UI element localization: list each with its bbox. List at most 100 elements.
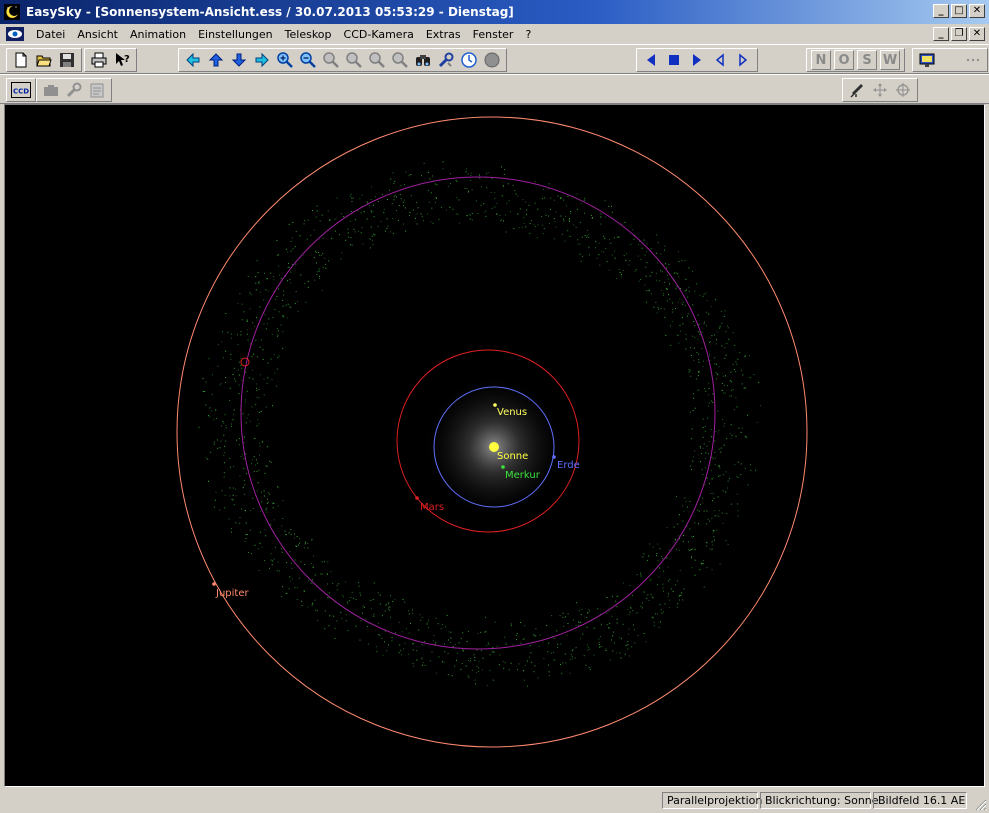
monitor-button[interactable] — [916, 50, 938, 70]
camera-button[interactable] — [40, 80, 62, 100]
minimize-icon: _ — [938, 5, 944, 16]
menu-extras[interactable]: Extras — [420, 28, 467, 41]
search-object-button[interactable] — [412, 50, 434, 70]
svg-text:?: ? — [124, 54, 130, 65]
status-projection: Parallelprojektion — [662, 792, 762, 809]
earth-marker[interactable] — [552, 455, 556, 459]
mercury-label: Merkur — [505, 470, 540, 481]
ccd-button[interactable]: CCD — [10, 80, 32, 100]
camera-icon — [44, 85, 58, 96]
target-button[interactable] — [892, 80, 914, 100]
print-button[interactable] — [88, 50, 110, 70]
tools-button[interactable] — [435, 50, 457, 70]
close-button[interactable]: ✕ — [969, 4, 985, 18]
animation-tools — [636, 48, 758, 72]
mars-marker[interactable] — [415, 496, 419, 500]
move-left-button[interactable] — [182, 50, 204, 70]
direction-north-button[interactable]: N — [811, 50, 831, 70]
step-backward-button[interactable] — [709, 50, 731, 70]
minimize-button[interactable]: _ — [933, 4, 949, 18]
crosshair-target-icon — [896, 83, 910, 97]
direction-west-button[interactable]: W — [880, 50, 900, 70]
ccd-icon: CCD — [11, 82, 31, 98]
zoom-disabled-3-button[interactable] — [366, 50, 388, 70]
zoom-out-button[interactable] — [297, 50, 319, 70]
moon-phase-button[interactable] — [939, 50, 961, 70]
asteroid-marker — [240, 357, 250, 367]
open-file-button[interactable] — [33, 50, 55, 70]
image-properties-button[interactable] — [86, 80, 108, 100]
menu-bar: Datei Ansicht Animation Einstellungen Te… — [0, 24, 989, 45]
document-eye-icon[interactable] — [6, 27, 24, 41]
telescope-icon — [850, 84, 863, 98]
ccd-tools: CCD — [6, 78, 36, 102]
help-pointer-icon: ? — [116, 53, 130, 66]
menu-animation[interactable]: Animation — [124, 28, 192, 41]
telescope-tools — [842, 78, 918, 102]
mercury-marker[interactable] — [501, 465, 505, 469]
menu-fenster[interactable]: Fenster — [467, 28, 520, 41]
arrow-left-icon — [186, 52, 200, 68]
maximize-button[interactable]: □ — [951, 4, 967, 18]
new-file-button[interactable] — [10, 50, 32, 70]
more-button[interactable] — [962, 50, 984, 70]
zoom-disabled-4-button[interactable] — [389, 50, 411, 70]
ellipsis-icon — [966, 58, 980, 62]
zoom-out-icon — [300, 52, 316, 68]
jupiter-label: Jupiter — [216, 588, 249, 599]
doc-minimize-button[interactable]: _ — [933, 27, 949, 41]
binoculars-icon — [416, 55, 430, 66]
new-file-icon — [15, 52, 27, 68]
step-forward-button[interactable] — [732, 50, 754, 70]
doc-restore-button[interactable]: ❐ — [951, 27, 967, 41]
help-pointer-button[interactable]: ? — [111, 50, 133, 70]
save-button[interactable] — [56, 50, 78, 70]
direction-east-button[interactable]: O — [834, 50, 854, 70]
record-button[interactable] — [481, 50, 503, 70]
menu-help[interactable]: ? — [519, 28, 537, 41]
floppy-disk-icon — [60, 53, 74, 67]
window-title: EasySky - [Sonnensystem-Ansicht.ess / 30… — [26, 5, 514, 19]
move-down-button[interactable] — [228, 50, 250, 70]
direction-tools: N O S W — [806, 48, 905, 72]
camera-settings-button[interactable] — [63, 80, 85, 100]
arrow-down-icon — [231, 53, 247, 67]
zoom-in-button[interactable] — [274, 50, 296, 70]
monitor-icon — [919, 53, 935, 67]
telescope-button[interactable] — [846, 80, 868, 100]
play-forward-button[interactable] — [686, 50, 708, 70]
play-backward-icon — [647, 54, 655, 66]
doc-close-button[interactable]: ✕ — [969, 27, 985, 41]
zoom-disabled-1-button[interactable] — [320, 50, 342, 70]
magnifier-icon — [369, 52, 385, 68]
menu-ccd-kamera[interactable]: CCD-Kamera — [338, 28, 420, 41]
move-right-button[interactable] — [251, 50, 273, 70]
menu-datei[interactable]: Datei — [30, 28, 71, 41]
arrow-up-icon — [208, 53, 224, 67]
menu-ansicht[interactable]: Ansicht — [71, 28, 124, 41]
moon-app-icon — [4, 4, 20, 20]
move-up-button[interactable] — [205, 50, 227, 70]
stop-icon — [669, 55, 679, 65]
solar-system-canvas[interactable] — [5, 105, 984, 786]
step-forward-icon — [739, 53, 748, 67]
solar-system-view[interactable]: Venus Sonne Erde Merkur Mars Jupiter — [4, 104, 985, 787]
time-button[interactable] — [458, 50, 480, 70]
move-arrows-icon — [873, 83, 887, 97]
sun-label: Sonne — [497, 451, 529, 462]
jupiter-marker[interactable] — [212, 582, 216, 586]
zoom-disabled-2-button[interactable] — [343, 50, 365, 70]
ccd-label: CCD — [13, 88, 29, 96]
minimize-icon: _ — [938, 28, 944, 39]
move-crosshair-button[interactable] — [869, 80, 891, 100]
direction-south-button[interactable]: S — [857, 50, 877, 70]
clipboard-icon — [90, 83, 104, 98]
resize-grip-icon[interactable] — [973, 797, 987, 811]
title-bar[interactable]: EasySky - [Sonnensystem-Ansicht.ess / 30… — [0, 0, 989, 24]
extra-tools — [912, 48, 988, 72]
play-backward-button[interactable] — [640, 50, 662, 70]
menu-einstellungen[interactable]: Einstellungen — [192, 28, 279, 41]
toolbar-main: ? N O S W — [0, 44, 989, 74]
stop-button[interactable] — [663, 50, 685, 70]
menu-teleskop[interactable]: Teleskop — [279, 28, 338, 41]
